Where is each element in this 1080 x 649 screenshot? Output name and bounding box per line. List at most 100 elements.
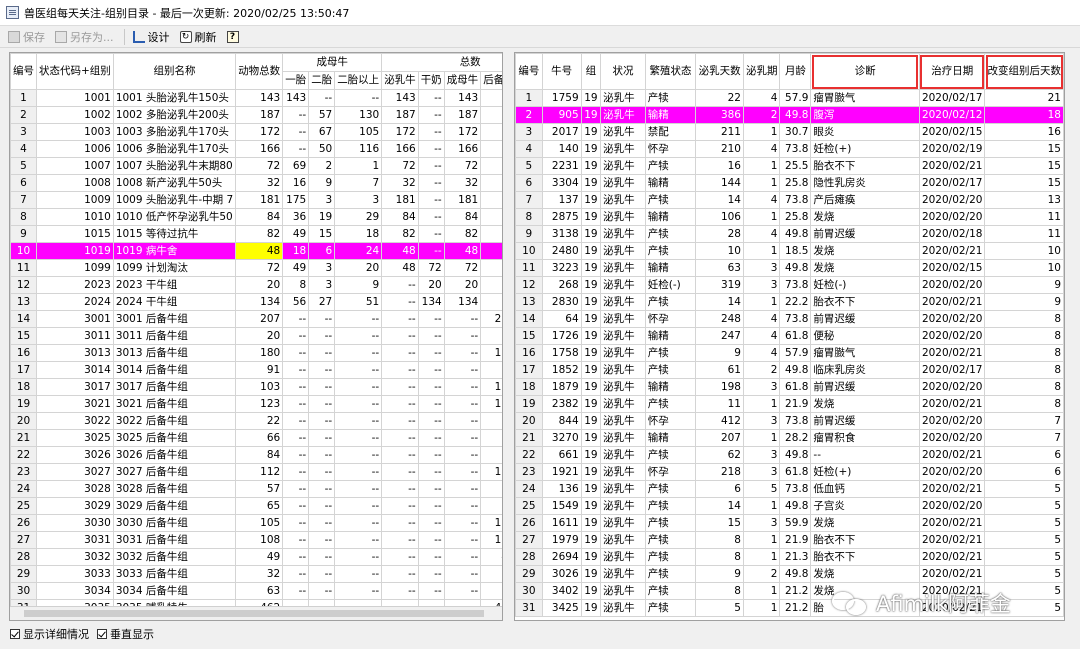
table-row[interactable]: 28 2694 19 泌乳牛 产犊 8 1 21.3 胎衣不下 2020/02/21 5 — [515, 548, 1064, 566]
table-cell: 3021 后备牛组 — [112, 395, 237, 413]
rh-10[interactable]: 改变组别后天数 — [984, 53, 1064, 90]
lh-6[interactable]: 二胎以上 — [334, 71, 383, 90]
rh-6[interactable]: 泌乳期 — [742, 53, 781, 90]
rh-2[interactable]: 组 — [580, 53, 602, 90]
left-hscroll-thumb[interactable] — [24, 610, 484, 617]
table-row[interactable]: 2 905 19 泌乳牛 输精 386 2 49.8 腹泻 2020/02/12 18 — [515, 106, 1064, 124]
table-row[interactable]: 4 1006 1006 多胎泌乳牛170头 166 -- 50 116 166 -- 166 — [10, 140, 502, 158]
show-detail-checkbox[interactable]: 显示详细情况 — [10, 626, 89, 642]
table-row[interactable]: 2230263026 后备牛组84------------84 — [10, 446, 502, 464]
table-row[interactable]: 2030223022 后备牛组22------------22 — [10, 412, 502, 430]
table-row[interactable]: 11 3223 19 泌乳牛 输精 63 3 49.8 发烧 2020/02/15 10 — [515, 259, 1064, 277]
table-row[interactable]: 12 268 19 泌乳牛 妊检(-) 319 3 73.8 妊检(-) 2020/02/20 9 — [515, 276, 1064, 294]
table-row[interactable]: 7 1009 1009 头胎泌乳牛-中期 7 181 175 3 3 181 -- 181 — [10, 191, 502, 209]
table-row[interactable]: 1730143014 后备牛组91------------91 — [10, 361, 502, 379]
rh-5[interactable]: 泌乳天数 — [695, 53, 744, 90]
table-row[interactable]: 2330273027 后备牛组112------------112 — [10, 463, 502, 481]
table-row[interactable]: 18 1879 19 泌乳牛 输精 198 3 61.8 前胃迟缓 2020/02/20 8 — [515, 378, 1064, 396]
rh-9[interactable]: 治疗日期 — [918, 53, 986, 90]
table-cell: -- — [308, 310, 336, 328]
rh-8[interactable]: 诊断 — [810, 53, 920, 90]
table-row[interactable]: 26 1611 19 泌乳牛 产犊 15 3 59.9 发烧 2020/02/21 5 — [515, 514, 1064, 532]
table-row[interactable]: 10 2480 19 泌乳牛 产犊 10 1 18.5 发烧 2020/02/21 10 — [515, 242, 1064, 260]
table-row[interactable]: 1630133013 后备牛组180------------180 — [10, 344, 502, 362]
table-row[interactable]: 10 1019 1019 病牛舍 48 18 6 24 48 -- 48 — [10, 242, 502, 260]
table-row[interactable]: 2530293029 后备牛组65------------65 — [10, 497, 502, 515]
lh-5[interactable]: 二胎 — [308, 71, 336, 90]
table-row[interactable]: 12 2023 2023 干牛组 20 8 3 9 -- 20 20 — [10, 276, 502, 294]
table-row[interactable]: 2130253025 后备牛组66------------66 — [10, 429, 502, 447]
table-row[interactable]: 8 1010 1010 低产怀孕泌乳牛50 84 36 19 29 84 -- 84 — [10, 208, 502, 226]
lh-9[interactable]: 成母牛 — [443, 71, 482, 90]
table-row[interactable]: 2730313031 后备牛组108------------108 — [10, 531, 502, 549]
table-row[interactable]: 1430013001 后备牛组207------------207 — [10, 310, 502, 328]
table-row[interactable]: 22 661 19 泌乳牛 产犊 62 3 49.8 -- 2020/02/21 6 — [515, 446, 1064, 464]
table-row[interactable]: 2830323032 后备牛组49------------49 — [10, 548, 502, 566]
table-row[interactable]: 3 2017 19 泌乳牛 禁配 211 1 30.7 眼炎 2020/02/15 16 — [515, 123, 1064, 141]
rh-3[interactable]: 状况 — [600, 53, 646, 90]
table-cell: 2020/02/21 — [918, 446, 986, 464]
table-row[interactable]: 9 3138 19 泌乳牛 产犊 28 4 49.8 前胃迟缓 2020/02/18 11 — [515, 225, 1064, 243]
table-cell: 1007 头胎泌乳牛末期80 — [112, 157, 237, 175]
table-row[interactable]: 1 1759 19 泌乳牛 产犊 22 4 57.9 瘤胃臌气 2020/02/17 21 — [515, 89, 1064, 107]
rh-7[interactable]: 月龄 — [779, 53, 812, 90]
table-row[interactable]: 3030343034 后备牛组63------------63 — [10, 582, 502, 600]
save-button[interactable]: 保存 — [8, 28, 45, 46]
table-cell: 1001 头胎泌乳牛150头 — [112, 89, 237, 107]
refresh-button[interactable]: ↻ 刷新 — [179, 28, 217, 46]
table-row[interactable]: 14 64 19 泌乳牛 怀孕 248 4 73.8 前胃迟缓 2020/02/20 8 — [515, 310, 1064, 328]
table-row[interactable]: 17 1852 19 泌乳牛 产犊 61 2 49.8 临床乳房炎 2020/02/17 8 — [515, 361, 1064, 379]
table-row[interactable]: 2430283028 后备牛组57------------57 — [10, 480, 502, 498]
rh-1[interactable]: 牛号 — [541, 53, 582, 90]
table-row[interactable]: 1830173017 后备牛组103------------103 — [10, 378, 502, 396]
table-row[interactable]: 1530113011 后备牛组20------------20 — [10, 327, 502, 345]
table-row[interactable]: 19 2382 19 泌乳牛 产犊 11 1 21.9 发烧 2020/02/21 8 — [515, 395, 1064, 413]
design-button[interactable]: 设计 — [132, 28, 170, 46]
table-row[interactable]: 25 1549 19 泌乳牛 产犊 14 1 49.8 子宫炎 2020/02/20 5 — [515, 497, 1064, 515]
lh-1[interactable]: 状态代码+组别 — [36, 53, 114, 90]
table-cell: 3 — [308, 276, 336, 294]
table-row[interactable]: 21 3270 19 泌乳牛 输精 207 1 28.2 瘤胃积食 2020/02/20 7 — [515, 429, 1064, 447]
table-row[interactable]: 6 1008 1008 新产泌乳牛50头 32 16 9 7 32 -- 32 — [10, 174, 502, 192]
lh-3[interactable]: 动物总数 — [235, 53, 284, 90]
table-row[interactable]: 4 140 19 泌乳牛 怀孕 210 4 73.8 妊检(+) 2020/02/19 15 — [515, 140, 1064, 158]
table-row[interactable]: 11 1099 1099 计划淘汰 72 49 3 20 48 72 72 — [10, 259, 502, 277]
table-row[interactable]: 1 1001 1001 头胎泌乳牛150头 143 143 -- -- 143 -- 143 — [10, 89, 502, 107]
lh-10[interactable]: 后备牛 — [480, 71, 502, 90]
rh-0[interactable]: 编号 — [515, 53, 543, 90]
lh-8[interactable]: 干奶 — [417, 71, 445, 90]
table-row[interactable]: 9 1015 1015 等待过抗牛 82 49 15 18 82 -- 82 — [10, 225, 502, 243]
vertical-display-checkbox[interactable]: 垂直显示 — [97, 626, 154, 642]
help-button[interactable]: ? — [226, 28, 242, 46]
table-row[interactable]: 23 1921 19 泌乳牛 怀孕 218 3 61.8 妊检(+) 2020/02/20 6 — [515, 463, 1064, 481]
lh-7[interactable]: 泌乳牛 — [381, 71, 419, 90]
table-row[interactable]: 24 136 19 泌乳牛 产犊 6 5 73.8 低血钙 2020/02/21 5 — [515, 480, 1064, 498]
table-row[interactable]: 13 2024 2024 干牛组 134 56 27 51 -- 134 134 — [10, 293, 502, 311]
lh-4[interactable]: 一胎 — [282, 71, 310, 90]
lh-2[interactable]: 组别名称 — [112, 53, 237, 90]
lh-0[interactable]: 编号 — [10, 53, 37, 90]
table-row[interactable]: 27 1979 19 泌乳牛 产犊 8 1 21.9 胎衣不下 2020/02/21 5 — [515, 531, 1064, 549]
left-horizontal-scrollbar[interactable] — [10, 606, 502, 620]
table-cell: 4 — [742, 310, 781, 328]
table-row[interactable]: 5 1007 1007 头胎泌乳牛末期80 72 69 2 1 72 -- 72 — [10, 157, 502, 175]
table-row[interactable]: 15 1726 19 泌乳牛 输精 247 4 61.8 便秘 2020/02/20 8 — [515, 327, 1064, 345]
table-row[interactable]: 5 2231 19 泌乳牛 产犊 16 1 25.5 胎衣不下 2020/02/21 15 — [515, 157, 1064, 175]
table-row[interactable]: 1930213021 后备牛组123------------123 — [10, 395, 502, 413]
table-row[interactable]: 3 1003 1003 多胎泌乳牛170头 172 -- 67 105 172 -- 172 — [10, 123, 502, 141]
table-row[interactable]: 20 844 19 泌乳牛 怀孕 412 3 73.8 前胃迟缓 2020/02/20 7 — [515, 412, 1064, 430]
table-row[interactable]: 16 1758 19 泌乳牛 产犊 9 4 57.9 瘤胃臌气 2020/02/21 8 — [515, 344, 1064, 362]
rh-4[interactable]: 繁殖状态 — [644, 53, 697, 90]
table-cell: 66 — [480, 429, 502, 447]
table-row[interactable]: 2630303030 后备牛组105------------105 — [10, 514, 502, 532]
table-row[interactable]: 6 3304 19 泌乳牛 输精 144 1 25.8 隐性乳房炎 2020/02/17 15 — [515, 174, 1064, 192]
table-row[interactable]: 13 2830 19 泌乳牛 产犊 14 1 22.2 胎衣不下 2020/02/21 9 — [515, 293, 1064, 311]
table-row[interactable]: 2930333033 后备牛组32------------32 — [10, 565, 502, 583]
table-cell: 62 — [695, 446, 744, 464]
table-row[interactable]: 7 137 19 泌乳牛 产犊 14 4 73.8 产后瘫痪 2020/02/20 13 — [515, 191, 1064, 209]
table-cell: 1015 — [36, 225, 114, 243]
table-row[interactable]: 8 2875 19 泌乳牛 输精 106 1 25.8 发烧 2020/02/20 11 — [515, 208, 1064, 226]
save-as-button[interactable]: 另存为... — [55, 28, 114, 46]
table-row[interactable]: 29 3026 19 泌乳牛 产犊 9 2 49.8 发烧 2020/02/21 5 — [515, 565, 1064, 583]
table-row[interactable]: 2 1002 1002 多胎泌乳牛200头 187 -- 57 130 187 -- 187 — [10, 106, 502, 124]
